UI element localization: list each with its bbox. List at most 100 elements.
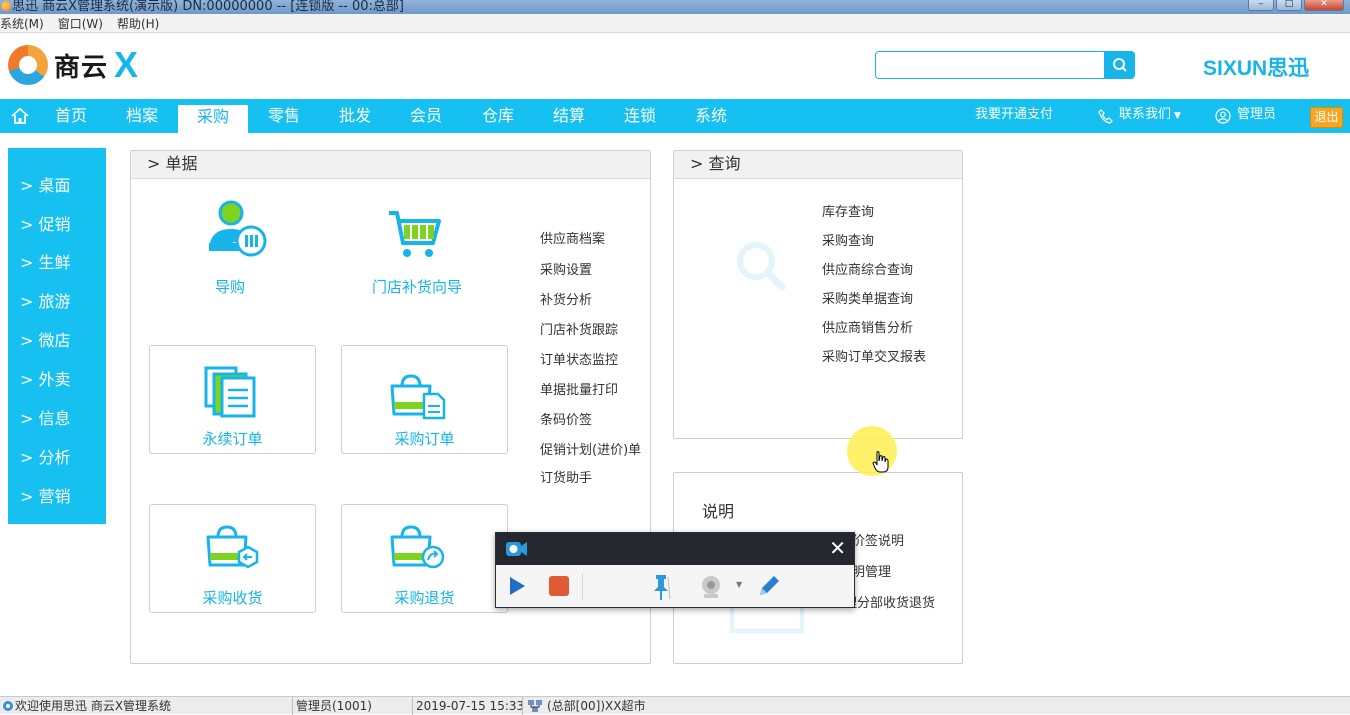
main-nav: 首页 档案 采购 零售 批发 会员 仓库 结算 连锁 系统 我要开通支付 联系我… [0,99,1350,133]
nav-home[interactable]: 首页 [48,99,94,133]
status-store-label: (总部[00])XX超市 [547,699,646,713]
link-inventory-query[interactable]: 库存查询 [822,201,874,220]
link-order-status-monitor[interactable]: 订单状态监控 [540,349,618,368]
link-supplier-sales-analysis[interactable]: 供应商销售分析 [822,317,913,336]
link-purchase-cross-report[interactable]: 采购订单交叉报表 [822,346,926,365]
status-datetime: 2019-07-15 15:33 [412,697,524,715]
query-panel-title: > 查询 [674,151,962,179]
contact-us-label: 联系我们 [1119,107,1172,122]
sidebar-item-marketing[interactable]: > 营销 [20,483,71,507]
link-branch-receipt-return-notes[interactable]: 理分部收货退货 [844,592,935,611]
search-icon [1113,58,1127,72]
notes-panel-title: 说明 [702,502,735,521]
replenish-wizard-label[interactable]: 门店补货向导 [361,276,473,297]
screen-recorder-toolbar: ✕ ▼ [495,532,855,608]
status-welcome: 欢迎使用思迅 商云X管理系统 [15,699,172,713]
sidebar: > 桌面 > 促销 > 生鲜 > 旅游 > 微店 > 外卖 > 信息 > 分析 … [8,148,106,524]
link-price-tag-notes[interactable]: 价签说明 [852,530,904,549]
link-management-notes[interactable]: 明管理 [852,561,891,580]
sidebar-item-desktop[interactable]: > 桌面 [20,172,71,196]
nav-warehouse[interactable]: 仓库 [475,99,521,133]
nav-settlement[interactable]: 结算 [546,99,592,133]
sidebar-item-analysis[interactable]: > 分析 [20,444,71,468]
nav-system[interactable]: 系统 [688,99,734,133]
perpetual-order-label: 永续订单 [202,430,263,448]
chevron-down-icon: ▼ [1174,111,1181,121]
app-header: 商云 X SIXUN思迅 [0,34,1350,99]
shopping-bag-return-icon [390,525,445,569]
user-name[interactable]: 管理员 [1237,99,1276,133]
webcam-icon[interactable] [698,574,724,600]
guided-purchase-icon[interactable] [205,199,267,259]
link-order-assistant[interactable]: 订货助手 [540,467,592,486]
sidebar-item-travel[interactable]: > 旅游 [20,288,71,312]
link-promotion-plan[interactable]: 促销计划(进价)单 [540,439,641,458]
contact-us-link[interactable]: 联系我们 ▼ [1119,99,1181,133]
maximize-button[interactable]: □ [1276,0,1302,11]
open-payment-link[interactable]: 我要开通支付 [975,99,1053,133]
purchase-order-label: 采购订单 [394,430,455,448]
link-barcode-price-tag[interactable]: 条码价签 [540,409,592,428]
sidebar-item-fresh[interactable]: > 生鲜 [20,249,71,273]
link-store-replenish-tracking[interactable]: 门店补货跟踪 [540,319,618,338]
perpetual-order-tile[interactable]: 永续订单 [149,345,316,454]
phone-icon [1098,109,1113,124]
purchase-order-tile[interactable]: 采购订单 [341,345,508,454]
logout-button[interactable]: 退出 [1310,107,1343,128]
search-input[interactable] [875,51,1105,79]
brand-name: 商云 [54,52,109,83]
documents-stack-icon [204,366,256,418]
webcam-dropdown-icon[interactable]: ▼ [736,580,742,589]
shopping-bag-doc-icon [390,374,446,420]
purchase-receipt-label: 采购收货 [202,589,263,607]
window-titlebar: 思迅 商云X管理系统(演示版) DN:00000000 -- [连锁版 -- 0… [0,0,1350,14]
link-purchase-query[interactable]: 采购查询 [822,230,874,249]
status-user: 管理员(1001) [292,697,372,715]
nav-purchase[interactable]: 采购 [178,105,248,133]
magnifier-watermark-icon [737,242,786,291]
minimize-button[interactable]: – [1248,0,1274,11]
menu-help[interactable]: 帮助(H) [117,14,159,32]
link-supplier-archive[interactable]: 供应商档案 [540,228,605,247]
window-title: 思迅 商云X管理系统(演示版) DN:00000000 -- [连锁版 -- 0… [12,0,404,14]
logo-swirl-icon [8,45,48,85]
network-icon [528,700,542,712]
link-supplier-overall-query[interactable]: 供应商综合查询 [822,259,913,278]
recorder-header: ✕ [496,533,854,565]
link-purchase-doc-query[interactable]: 采购类单据查询 [822,288,913,307]
menu-window[interactable]: 窗口(W) [58,14,103,32]
pin-icon[interactable] [648,573,674,601]
link-purchase-settings[interactable]: 采购设置 [540,259,592,278]
brand-x: X [114,44,139,85]
documents-panel-title: > 单据 [131,151,650,179]
stop-icon[interactable] [548,575,570,597]
link-replenish-analysis[interactable]: 补货分析 [540,289,592,308]
nav-archive[interactable]: 档案 [119,99,165,133]
pen-icon[interactable] [756,573,782,599]
play-icon[interactable] [508,576,526,596]
app-logo: 商云 X [8,44,138,86]
nav-chain[interactable]: 连锁 [617,99,663,133]
recorder-close-button[interactable]: ✕ [829,537,846,559]
link-batch-print[interactable]: 单据批量打印 [540,379,618,398]
sidebar-item-takeout[interactable]: > 外卖 [20,366,71,390]
purchase-receipt-tile[interactable]: 采购收货 [149,504,316,613]
close-window-button[interactable]: ✕ [1304,0,1344,11]
nav-wholesale[interactable]: 批发 [332,99,378,133]
search-button[interactable] [1105,51,1135,79]
sidebar-item-microstore[interactable]: > 微店 [20,327,71,351]
window-controls: – □ ✕ [1248,0,1344,12]
menu-system[interactable]: 系统(M) [0,14,44,32]
nav-retail[interactable]: 零售 [261,99,307,133]
sidebar-item-info[interactable]: > 信息 [20,405,71,429]
guided-purchase-label[interactable]: 导购 [193,276,267,297]
nav-member[interactable]: 会员 [403,99,449,133]
shopping-cart-icon[interactable] [387,207,443,263]
home-icon[interactable] [10,107,30,125]
shopping-bag-receive-icon [206,525,259,569]
statusbar: 欢迎使用思迅 商云X管理系统 管理员(1001) 2019-07-15 15:3… [0,696,1350,715]
purchase-return-tile[interactable]: 采购退货 [341,504,508,613]
sidebar-item-promotion[interactable]: > 促销 [20,211,71,235]
hand-cursor-icon [872,451,889,473]
menubar: 系统(M) 窗口(W) 帮助(H) [0,14,1350,33]
